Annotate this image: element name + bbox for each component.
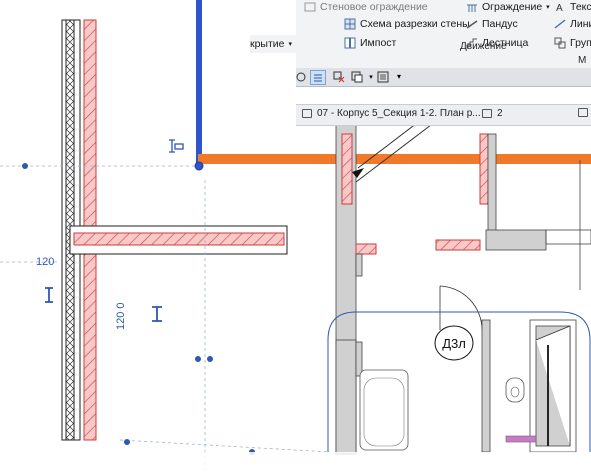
ribbon-text-label: Текст xyxy=(570,1,591,13)
constraint-icon[interactable] xyxy=(45,287,162,322)
quick-toolbar: ▾ ▾ xyxy=(296,68,591,87)
ribbon-curtain-grid[interactable]: Схема разрезки стены xyxy=(344,16,470,32)
wall-selected-blue[interactable] xyxy=(196,0,202,168)
ribbon-railing-label: Ограждение xyxy=(482,1,543,13)
railing-icon xyxy=(466,1,478,13)
chevron-down-icon[interactable]: ▾ xyxy=(289,40,293,48)
wall-sweep-icon xyxy=(304,1,316,13)
switch-windows-icon[interactable] xyxy=(350,70,364,83)
ribbon-model-line-label: Лини xyxy=(570,18,591,30)
ribbon-overflow-left: крытие ▾ xyxy=(250,35,296,53)
model-line-icon xyxy=(554,18,566,30)
stair-icon xyxy=(466,37,478,49)
dimension-text-120-vertical[interactable]: 120 0 xyxy=(115,302,127,330)
dimension-text-120[interactable]: 120 xyxy=(36,256,54,268)
document-icon xyxy=(302,109,312,118)
wall-partition-horizontal[interactable] xyxy=(69,225,288,255)
model-group-icon xyxy=(554,37,566,49)
dimension-witness-lines xyxy=(0,165,331,472)
close-hidden-icon[interactable] xyxy=(332,70,346,83)
temp-dimension-icon[interactable] xyxy=(169,139,184,153)
text-icon: A xyxy=(554,1,566,14)
ramp-icon xyxy=(466,18,478,30)
svg-text:A: A xyxy=(556,3,563,13)
ribbon-model-title-label: М xyxy=(578,55,587,66)
dim-grip[interactable] xyxy=(124,439,130,445)
tab-overflow[interactable] xyxy=(578,108,588,117)
thin-lines-icon[interactable] xyxy=(310,70,326,85)
pointer-icon[interactable] xyxy=(294,70,308,83)
ribbon-panel: Стеновое ограждение Схема разрезки стены… xyxy=(296,0,591,69)
ribbon-curtain-grid-label: Схема разрезки стены xyxy=(360,18,470,30)
ribbon-covering[interactable]: крытие ▾ xyxy=(250,36,292,52)
tab-2-label: 2 xyxy=(497,108,503,119)
ribbon-covering-label: крытие xyxy=(250,38,285,50)
document-icon xyxy=(482,109,492,118)
wall-highlight-orange[interactable] xyxy=(198,154,591,164)
ribbon-ramp[interactable]: Пандус xyxy=(466,16,518,32)
dim-grip[interactable] xyxy=(195,356,201,362)
customize-toolbar-icon[interactable]: ▾ xyxy=(392,70,406,83)
ribbon-mullion[interactable]: Импост xyxy=(344,35,396,51)
ribbon-text[interactable]: A Текст xyxy=(554,0,591,15)
mullion-icon xyxy=(344,37,356,49)
ribbon-wall-sweep[interactable]: Стеновое ограждение xyxy=(304,0,428,15)
view-tab-bar: 07 - Корпус 5_Секция 1-2. План р... 2 xyxy=(296,104,591,126)
door-tag[interactable]: Д3л xyxy=(434,325,474,361)
ribbon-model-group-label: Групп xyxy=(570,37,591,49)
dim-grip[interactable] xyxy=(22,163,28,169)
wall-endpoint-grip[interactable] xyxy=(194,161,204,171)
chevron-down-icon[interactable]: ▾ xyxy=(546,3,550,11)
dim-grip[interactable] xyxy=(207,356,213,362)
user-interface-icon[interactable] xyxy=(376,70,390,83)
ribbon-mullion-label: Импост xyxy=(360,37,397,49)
ribbon-model-group-title: М xyxy=(578,55,586,66)
tab-floor-plan[interactable]: 07 - Корпус 5_Секция 1-2. План р... xyxy=(302,108,481,119)
ribbon-railing[interactable]: Ограждение ▾ xyxy=(466,0,550,15)
ribbon-stair[interactable]: Лестница xyxy=(466,35,528,51)
ribbon-wall-sweep-label: Стеновое ограждение xyxy=(320,1,428,13)
ribbon-model-group[interactable]: Групп xyxy=(554,35,591,51)
tab-2[interactable]: 2 xyxy=(482,108,503,119)
tab-floor-plan-label: 07 - Корпус 5_Секция 1-2. План р... xyxy=(317,108,481,119)
ribbon-stair-label: Лестница xyxy=(482,37,529,49)
ribbon-ramp-label: Пандус xyxy=(482,18,518,30)
door-tag-text: Д3л xyxy=(442,336,466,351)
document-icon xyxy=(578,108,588,117)
curtain-grid-icon xyxy=(344,18,356,30)
ribbon-model-line[interactable]: Лини xyxy=(554,16,591,32)
